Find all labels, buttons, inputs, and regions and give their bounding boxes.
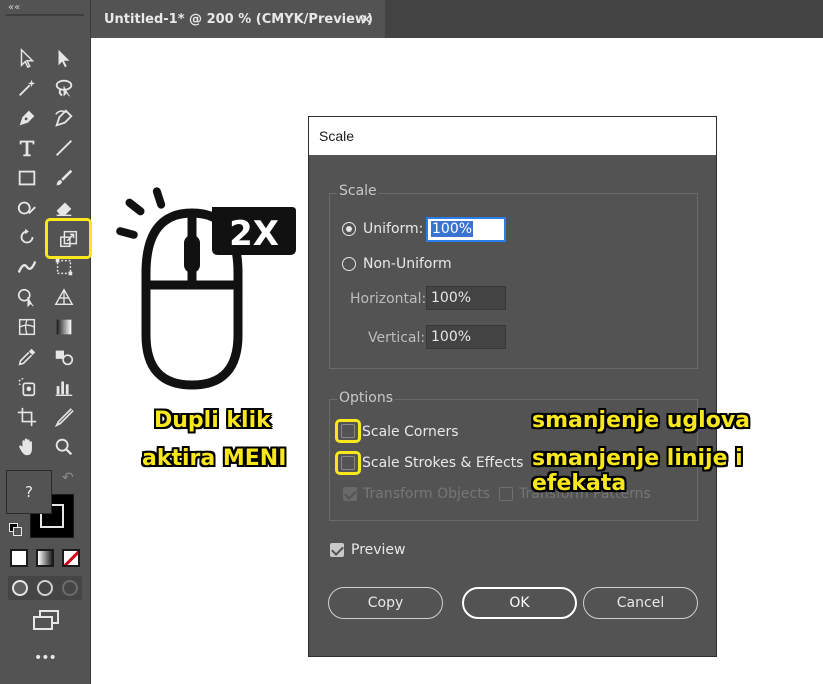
scale-strokes-checkbox[interactable] — [341, 456, 355, 470]
artboard-tool-icon[interactable] — [13, 403, 41, 431]
preview-checkbox[interactable] — [330, 543, 344, 557]
shaper-tool-icon[interactable] — [13, 194, 41, 222]
default-fill-stroke-icon[interactable] — [9, 523, 23, 537]
preview-label: Preview — [351, 542, 406, 558]
type-tool-icon[interactable] — [13, 134, 41, 162]
annotation-left-line2: aktira MENI — [142, 446, 287, 471]
ok-button[interactable]: OK — [462, 587, 577, 619]
scale-corners-label: Scale Corners — [362, 424, 459, 440]
document-tab-title: Untitled-1* @ 200 % (CMYK/Preview) — [104, 11, 373, 27]
dialog-title: Scale — [309, 117, 716, 155]
eyedropper-tool-icon[interactable] — [13, 343, 41, 371]
double-click-mouse-illustration: 2X — [116, 187, 296, 390]
non-uniform-radio[interactable] — [342, 257, 356, 271]
rectangle-tool-icon[interactable] — [13, 164, 41, 192]
annotation-right-line2: smanjenje linije i efekata — [532, 446, 743, 496]
pen-tool-icon[interactable] — [13, 104, 41, 132]
annotation-right-line1: smanjenje uglova — [532, 408, 751, 433]
rotate-tool-icon[interactable] — [13, 223, 41, 251]
gradient-mode-button[interactable] — [36, 549, 54, 567]
uniform-input[interactable]: 100% — [426, 217, 506, 242]
scale-corners-checkbox[interactable] — [341, 424, 355, 438]
uniform-label: Uniform: — [363, 221, 424, 237]
document-tab[interactable]: Untitled-1* @ 200 % (CMYK/Preview) ✕ — [91, 0, 385, 38]
none-mode-button[interactable] — [62, 549, 80, 567]
draw-behind-icon[interactable] — [37, 580, 53, 596]
draw-inside-icon[interactable] — [62, 580, 78, 596]
copy-button[interactable]: Copy — [328, 587, 443, 619]
column-graph-tool-icon[interactable] — [50, 373, 78, 401]
unknown-color-label: ? — [25, 483, 33, 501]
width-tool-icon[interactable] — [13, 253, 41, 281]
curvature-tool-icon[interactable] — [50, 104, 78, 132]
close-tab-icon[interactable]: ✕ — [360, 10, 373, 29]
selection-tool-icon[interactable] — [13, 44, 41, 72]
non-uniform-label: Non-Uniform — [363, 256, 452, 272]
draw-mode-group — [8, 576, 82, 600]
uniform-input-value: 100% — [431, 221, 474, 237]
screen-mode-icon[interactable] — [31, 608, 61, 632]
tools-panel: «« ↶ ? ••• — [0, 0, 92, 684]
toolbar-grip[interactable] — [6, 14, 84, 16]
line-segment-tool-icon[interactable] — [50, 134, 78, 162]
edit-toolbar-button[interactable]: ••• — [34, 650, 57, 666]
horizontal-input[interactable]: 100% — [426, 286, 506, 310]
magic-wand-tool-icon[interactable] — [13, 74, 41, 102]
transform-objects-label: Transform Objects — [363, 486, 490, 502]
lasso-tool-icon[interactable] — [50, 74, 78, 102]
double-click-badge-label: 2X — [229, 214, 279, 254]
transform-patterns-checkbox[interactable] — [499, 487, 513, 501]
vertical-input[interactable]: 100% — [426, 325, 506, 349]
free-transform-tool-icon[interactable] — [50, 253, 78, 281]
direct-selection-tool-icon[interactable] — [50, 44, 78, 72]
paintbrush-tool-icon[interactable] — [50, 164, 78, 192]
scale-dialog: Scale Scale Uniform: 100% Non-Uniform Ho… — [308, 116, 717, 657]
slice-tool-icon[interactable] — [50, 403, 78, 431]
annotation-left-line1: Dupli klik — [154, 408, 271, 433]
symbol-sprayer-tool-icon[interactable] — [13, 373, 41, 401]
zoom-tool-icon[interactable] — [50, 433, 78, 461]
uniform-radio[interactable] — [342, 222, 356, 236]
document-tab-bar: Untitled-1* @ 200 % (CMYK/Preview) ✕ — [91, 0, 823, 38]
swap-fill-stroke-icon[interactable]: ↶ — [62, 470, 74, 486]
fill-swatch[interactable]: ? — [6, 470, 52, 514]
hand-tool-icon[interactable] — [13, 433, 41, 461]
cancel-button[interactable]: Cancel — [583, 587, 698, 619]
scale-strokes-label: Scale Strokes & Effects — [362, 455, 524, 471]
color-mode-button[interactable] — [10, 549, 28, 567]
collapse-toolbar-button[interactable]: «« — [8, 2, 20, 13]
transform-objects-checkbox[interactable] — [343, 487, 357, 501]
options-group-legend: Options — [337, 390, 396, 406]
vertical-label: Vertical: — [368, 330, 426, 346]
blend-tool-icon[interactable] — [50, 343, 78, 371]
gradient-tool-icon[interactable] — [50, 313, 78, 341]
scale-group-legend: Scale — [337, 183, 379, 199]
shape-builder-tool-icon[interactable] — [13, 283, 41, 311]
horizontal-label: Horizontal: — [350, 291, 427, 307]
perspective-grid-tool-icon[interactable] — [50, 283, 78, 311]
draw-normal-icon[interactable] — [12, 580, 28, 596]
mesh-tool-icon[interactable] — [13, 313, 41, 341]
